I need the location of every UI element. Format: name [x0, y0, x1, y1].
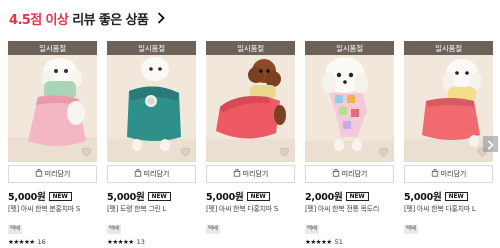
product-carousel: 일시품절 미리담기 5,000원 NEW [펫] 아씨 한복 분홍치마 S 택배… [8, 41, 500, 248]
section-title-highlight: 4.5점 이상 [9, 12, 69, 28]
product-name[interactable]: [펫] 아씨 한복 다홍치마 S [206, 204, 295, 215]
product-price: 5,000원 [8, 192, 46, 203]
sold-out-badge: 일시품절 [8, 41, 97, 55]
product-price: 5,000원 [107, 192, 145, 203]
shopping-bag-icon [233, 169, 241, 179]
section-title[interactable]: 4.5점 이상 리뷰 좋은 상품 [9, 8, 167, 28]
product-price: 5,000원 [404, 192, 442, 203]
preview-cart-label: 미리담기 [242, 170, 269, 178]
product-image[interactable]: 일시품절 [107, 41, 196, 162]
product-image[interactable]: 일시품절 [8, 41, 97, 162]
product-name[interactable]: [펫] 도령 한복 그린 L [107, 204, 196, 215]
review-count: 16 [37, 238, 46, 246]
product-price: 5,000원 [206, 192, 244, 203]
shopping-bag-icon [134, 169, 142, 179]
rating-stars: ★★★★★ [8, 238, 35, 246]
heart-icon[interactable] [377, 143, 390, 157]
preview-cart-label: 미리담기 [143, 170, 170, 178]
chevron-right-icon[interactable] [155, 12, 167, 24]
heart-icon[interactable] [179, 143, 192, 157]
preview-cart-label: 미리담기 [44, 170, 71, 178]
review-count: 13 [136, 238, 145, 246]
product-image[interactable]: 일시품절 [404, 41, 493, 162]
product-price: 2,000원 [305, 192, 343, 203]
preview-cart-button[interactable]: 미리담기 [206, 165, 295, 183]
preview-cart-button[interactable]: 미리담기 [305, 165, 394, 183]
product-rating: ★★★★★ 51 [305, 238, 394, 246]
product-image[interactable]: 일시품절 [305, 41, 394, 162]
delivery-tag: 택배 [404, 225, 419, 234]
product-name[interactable]: [펫] 아씨 한복 분홍치마 S [8, 204, 97, 215]
product-name[interactable]: [펫] 아씨 한복 다홍치마 L [404, 204, 493, 215]
delivery-tag: 택배 [206, 225, 221, 234]
preview-cart-button[interactable]: 미리담기 [404, 165, 493, 183]
new-badge: NEW [444, 191, 468, 201]
sold-out-badge: 일시품절 [305, 41, 394, 55]
new-badge: NEW [345, 191, 369, 201]
section-title-text: 리뷰 좋은 상품 [72, 12, 149, 28]
preview-cart-button[interactable]: 미리담기 [107, 165, 196, 183]
product-name[interactable]: [펫] 아씨 한복 전통 목도리 [305, 204, 394, 215]
product-card[interactable]: 일시품절 미리담기 2,000원 NEW [펫] 아씨 한복 전통 목도리 택배… [305, 41, 394, 246]
sold-out-badge: 일시품절 [404, 41, 493, 55]
delivery-tag: 택배 [8, 225, 23, 234]
shopping-bag-icon [35, 169, 43, 179]
sold-out-badge: 일시품절 [206, 41, 295, 55]
shopping-bag-icon [332, 169, 340, 179]
product-image[interactable]: 일시품절 [206, 41, 295, 162]
product-card[interactable]: 일시품절 미리담기 [107, 41, 196, 246]
shopping-bag-icon [431, 169, 439, 179]
preview-cart-label: 미리담기 [341, 170, 368, 178]
new-badge: NEW [246, 191, 270, 201]
heart-icon[interactable] [278, 143, 291, 157]
sold-out-badge: 일시품절 [107, 41, 196, 55]
delivery-tag: 택배 [305, 225, 320, 234]
chevron-right-icon [487, 135, 494, 154]
preview-cart-button[interactable]: 미리담기 [8, 165, 97, 183]
delivery-tag: 택배 [107, 225, 122, 234]
product-rating: ★★★★★ 16 [8, 238, 97, 246]
review-count: 51 [334, 238, 343, 246]
product-card[interactable]: 일시품절 미리담기 [8, 41, 97, 246]
preview-cart-label: 미리담기 [440, 170, 467, 178]
carousel-next-button[interactable] [483, 136, 498, 152]
product-card[interactable]: 일시품절 미리담기 [404, 41, 493, 234]
rating-stars: ★★★★★ [305, 238, 332, 246]
rating-stars: ★★★★★ [107, 238, 134, 246]
product-rating: ★★★★★ 13 [107, 238, 196, 246]
heart-icon[interactable] [80, 143, 93, 157]
product-card[interactable]: 일시품절 미리담기 [206, 41, 295, 234]
new-badge: NEW [147, 191, 171, 201]
new-badge: NEW [48, 191, 72, 201]
